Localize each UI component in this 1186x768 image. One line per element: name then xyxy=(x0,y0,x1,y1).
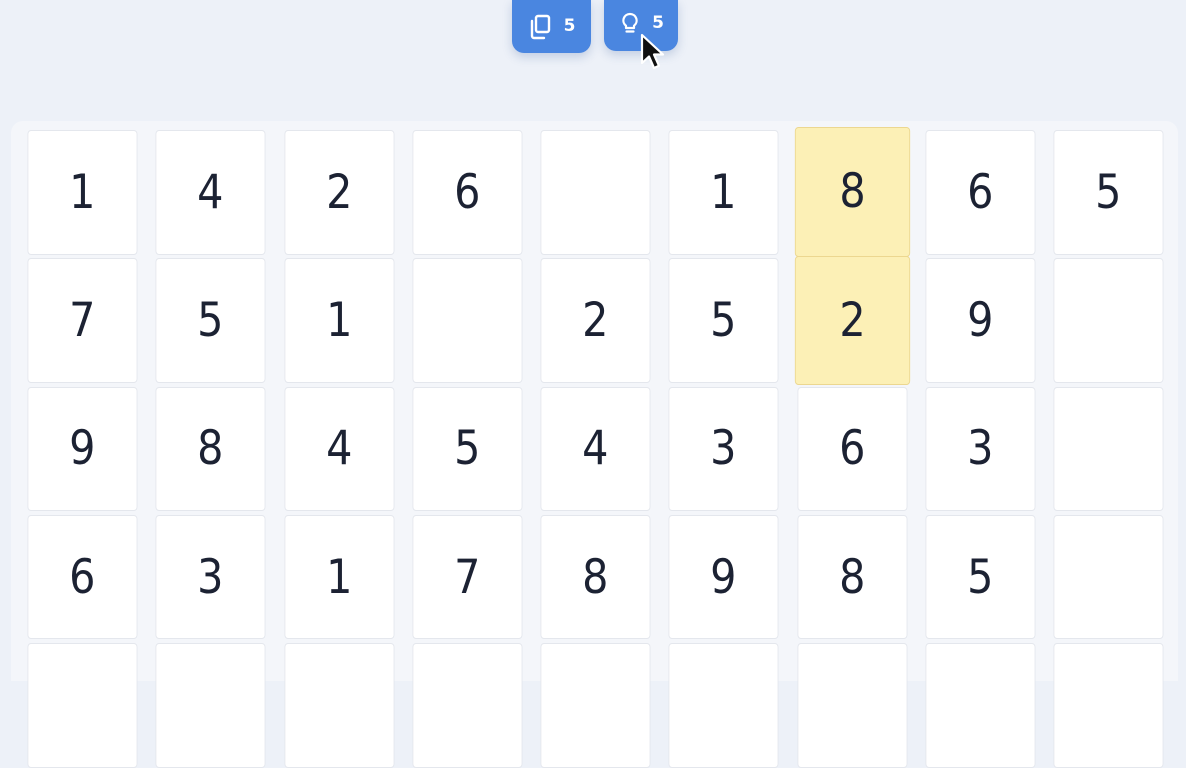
lightbulb-icon xyxy=(618,11,642,37)
grid-cell[interactable]: 8 xyxy=(155,386,266,511)
grid-cell[interactable]: 1 xyxy=(283,514,394,640)
grid-cell[interactable]: 2 xyxy=(283,130,394,255)
grid-cell[interactable] xyxy=(540,130,651,255)
grid-cell[interactable]: 1 xyxy=(283,258,394,383)
grid-cell[interactable]: 6 xyxy=(925,130,1035,255)
grid-cell[interactable]: 6 xyxy=(412,130,522,255)
grid-cell[interactable] xyxy=(668,643,779,768)
grid-cell-selected[interactable]: 2 xyxy=(794,256,910,386)
grid-cell[interactable] xyxy=(283,643,394,768)
grid-cell[interactable]: 1 xyxy=(668,130,779,255)
grid-cell[interactable]: 3 xyxy=(925,386,1035,511)
hint-button[interactable]: 5 xyxy=(604,0,678,51)
grid-cell[interactable] xyxy=(540,643,651,768)
grid-cell[interactable] xyxy=(1053,643,1164,768)
grid-cell[interactable]: 5 xyxy=(1053,130,1164,255)
grid-cell[interactable]: 5 xyxy=(925,514,1035,640)
grid-cell[interactable] xyxy=(412,258,522,383)
grid-cell[interactable] xyxy=(796,643,907,768)
hint-count: 5 xyxy=(652,13,664,33)
grid-cell[interactable]: 3 xyxy=(155,514,266,640)
grid-cell[interactable]: 8 xyxy=(796,514,907,640)
number-grid: 1426186575125299845436363178985 xyxy=(20,127,1171,768)
game-board: 1426186575125299845436363178985 xyxy=(11,121,1178,768)
grid-cell[interactable]: 8 xyxy=(540,514,651,640)
grid-cell[interactable]: 9 xyxy=(668,514,779,640)
grid-cell[interactable] xyxy=(1053,386,1164,511)
copy-icon xyxy=(528,14,552,40)
grid-cell[interactable]: 3 xyxy=(668,386,779,511)
grid-cell[interactable] xyxy=(155,643,266,768)
undo-count: 5 xyxy=(563,16,576,36)
grid-cell[interactable]: 6 xyxy=(796,386,907,511)
grid-cell[interactable]: 5 xyxy=(668,258,779,383)
grid-cell[interactable]: 4 xyxy=(283,386,394,511)
grid-cell[interactable]: 6 xyxy=(27,514,138,640)
grid-cell[interactable]: 7 xyxy=(27,258,138,383)
grid-cell[interactable]: 7 xyxy=(412,514,522,640)
grid-cell[interactable]: 5 xyxy=(412,386,522,511)
grid-cell[interactable]: 4 xyxy=(155,130,266,255)
toolbar: 5 5 xyxy=(0,0,1186,60)
grid-cell[interactable] xyxy=(1053,514,1164,640)
grid-cell[interactable] xyxy=(412,643,522,768)
undo-button[interactable]: 5 xyxy=(512,0,591,53)
grid-cell[interactable]: 9 xyxy=(925,258,1035,383)
grid-cell[interactable]: 9 xyxy=(27,386,138,511)
grid-cell-selected[interactable]: 8 xyxy=(794,127,910,257)
grid-cell[interactable] xyxy=(925,643,1035,768)
grid-cell[interactable] xyxy=(27,643,138,768)
grid-cell[interactable] xyxy=(1053,258,1164,383)
grid-cell[interactable]: 2 xyxy=(540,258,651,383)
grid-cell[interactable]: 5 xyxy=(155,258,266,383)
grid-cell[interactable]: 4 xyxy=(540,386,651,511)
grid-cell[interactable]: 1 xyxy=(27,130,138,255)
